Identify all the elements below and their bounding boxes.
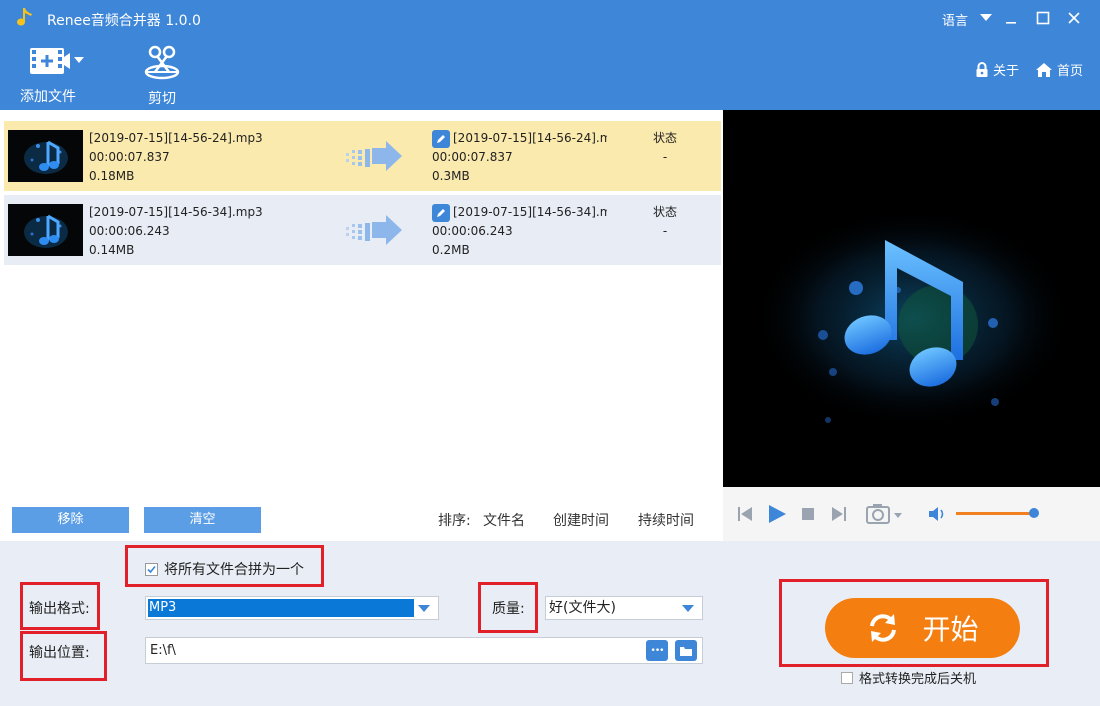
add-file-label: 添加文件 xyxy=(20,89,76,105)
music-note-icon xyxy=(24,214,68,248)
convert-arrow-icon xyxy=(346,141,402,171)
close-icon[interactable] xyxy=(1062,6,1086,30)
output-file-name: [2019-07-15][14-56-24].mp3 xyxy=(453,131,607,145)
home-label: 首页 xyxy=(1057,64,1084,79)
edit-pencil-icon[interactable] xyxy=(432,129,450,148)
shutdown-after-checkbox[interactable]: 格式转换完成后关机 xyxy=(841,668,976,687)
player-controls xyxy=(723,487,1100,541)
home-link[interactable]: 首页 xyxy=(1035,60,1083,79)
checkbox-checked-icon xyxy=(145,562,158,576)
output-format-value: MP3 xyxy=(148,599,414,617)
open-folder-button[interactable] xyxy=(675,640,697,661)
add-file-button[interactable]: 添加文件 xyxy=(20,44,86,106)
stop-icon[interactable] xyxy=(801,507,815,521)
dropdown-caret-icon xyxy=(682,605,694,612)
output-size: 0.2MB xyxy=(432,243,470,257)
start-button[interactable]: 开始 xyxy=(825,598,1020,658)
merge-all-checkbox[interactable]: 将所有文件合拼为一个 xyxy=(145,559,304,579)
browse-more-button[interactable]: ••• xyxy=(646,640,668,661)
maximize-icon[interactable] xyxy=(1031,6,1055,30)
dropdown-caret-icon xyxy=(418,605,430,612)
snapshot-camera-icon[interactable] xyxy=(866,503,904,525)
output-location-input[interactable]: E:\f\ xyxy=(145,637,703,664)
home-icon xyxy=(1036,62,1052,77)
shutdown-after-label: 格式转换完成后关机 xyxy=(859,672,977,687)
music-note-logo-icon xyxy=(17,8,32,26)
window-title: Renee音频合并器 1.0.0 xyxy=(47,13,201,29)
source-file-name: [2019-07-15][14-56-34].mp3 xyxy=(89,205,263,219)
status-value: - xyxy=(662,150,668,164)
output-location-label: 输出位置: xyxy=(29,645,90,661)
output-size: 0.3MB xyxy=(432,169,470,183)
minimize-icon[interactable] xyxy=(999,6,1023,30)
file-list: [2019-07-15][14-56-24].mp3 00:00:07.837 … xyxy=(0,110,723,541)
output-format-select[interactable]: MP3 xyxy=(145,596,439,620)
title-toolbar: Renee音频合并器 1.0.0 语言 添加文件 剪切 关于 首页 xyxy=(0,0,1100,110)
play-icon[interactable] xyxy=(767,504,787,524)
file-row[interactable]: [2019-07-15][14-56-24].mp3 00:00:07.837 … xyxy=(4,121,721,191)
lock-icon xyxy=(976,61,988,77)
source-duration: 00:00:07.837 xyxy=(89,150,170,164)
about-label: 关于 xyxy=(993,64,1020,79)
refresh-icon xyxy=(870,614,897,642)
more-dots-icon: ••• xyxy=(650,645,665,656)
output-file-name: [2019-07-15][14-56-34].mp3 xyxy=(453,205,607,219)
merge-all-label: 将所有文件合拼为一个 xyxy=(164,562,304,578)
source-size: 0.18MB xyxy=(89,169,135,183)
output-format-label: 输出格式: xyxy=(29,601,90,617)
checkbox-unchecked-icon xyxy=(841,671,853,684)
scissors-icon xyxy=(144,45,180,80)
convert-arrow-icon xyxy=(346,215,402,245)
status-value: - xyxy=(662,224,668,238)
sort-by-created-time[interactable]: 创建时间 xyxy=(553,510,609,530)
cut-label: 剪切 xyxy=(148,91,176,107)
output-file-name-row[interactable]: [2019-07-15][14-56-24].mp3 xyxy=(432,129,607,148)
preview-panel xyxy=(723,110,1100,487)
language-dropdown-icon[interactable] xyxy=(974,6,998,30)
folder-icon xyxy=(680,646,692,656)
about-link[interactable]: 关于 xyxy=(975,60,1019,79)
status-label: 状态 xyxy=(652,205,677,219)
audio-thumbnail xyxy=(8,204,83,256)
add-file-icon xyxy=(30,48,84,74)
status-label: 状态 xyxy=(652,131,677,145)
music-note-icon xyxy=(24,140,68,174)
remove-button[interactable]: 移除 xyxy=(12,507,129,533)
output-duration: 00:00:06.243 xyxy=(432,224,513,238)
file-row[interactable]: [2019-07-15][14-56-34].mp3 00:00:06.243 … xyxy=(4,195,721,265)
audio-thumbnail xyxy=(8,130,83,182)
quality-value: 好(文件大) xyxy=(549,600,616,616)
volume-slider-knob[interactable] xyxy=(1028,508,1039,518)
clear-button[interactable]: 清空 xyxy=(144,507,261,533)
language-label[interactable]: 语言 xyxy=(942,10,968,29)
source-size: 0.14MB xyxy=(89,243,135,257)
edit-pencil-icon[interactable] xyxy=(432,203,450,222)
output-duration: 00:00:07.837 xyxy=(432,150,513,164)
sort-by-duration[interactable]: 持续时间 xyxy=(638,510,694,530)
previous-icon[interactable] xyxy=(737,504,753,524)
sort-by-filename[interactable]: 文件名 xyxy=(483,510,525,530)
cut-button[interactable]: 剪切 xyxy=(142,44,182,108)
music-note-artwork xyxy=(753,208,1073,428)
source-file-name: [2019-07-15][14-56-24].mp3 xyxy=(89,131,263,145)
sort-label: 排序: xyxy=(438,513,471,529)
source-duration: 00:00:06.243 xyxy=(89,224,170,238)
start-label: 开始 xyxy=(922,613,979,646)
quality-select[interactable]: 好(文件大) xyxy=(545,596,703,620)
volume-slider-track[interactable] xyxy=(956,512,1038,515)
output-file-name-row[interactable]: [2019-07-15][14-56-34].mp3 xyxy=(432,203,607,222)
next-icon[interactable] xyxy=(831,504,847,524)
volume-icon[interactable] xyxy=(928,505,948,523)
quality-label: 质量: xyxy=(492,601,525,617)
